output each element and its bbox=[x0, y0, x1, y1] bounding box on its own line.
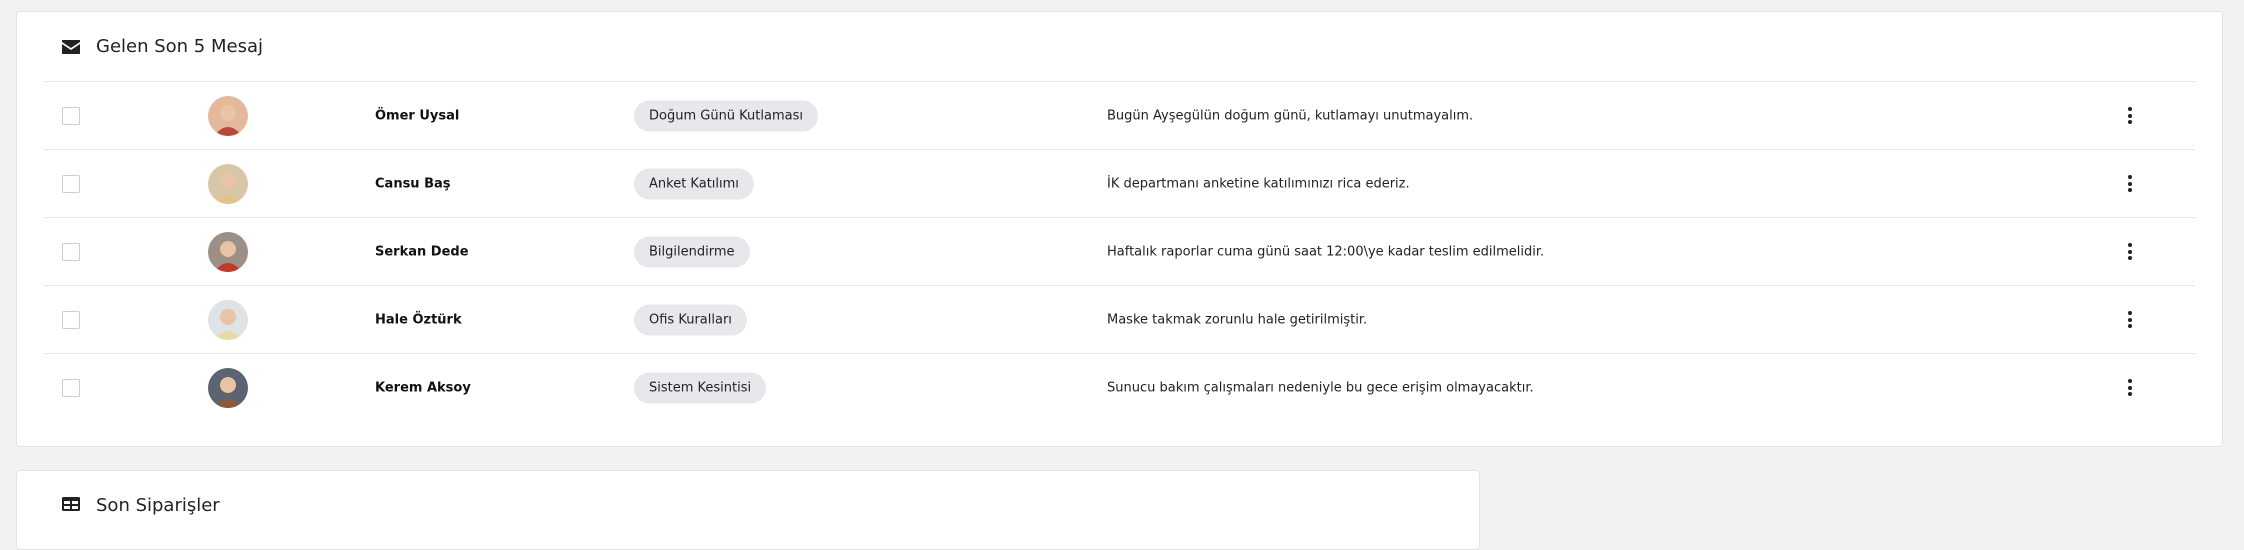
message-row[interactable]: Kerem Aksoy Sistem Kesintisi Sunucu bakım … bbox=[44, 354, 2195, 421]
row-checkbox[interactable] bbox=[62, 106, 80, 125]
row-checkbox[interactable] bbox=[62, 174, 80, 193]
message-text: İK departmanı anketine katılımınızı rica… bbox=[1107, 176, 1410, 191]
sender-name: Serkan Dede bbox=[375, 244, 469, 259]
message-text: Sunucu bakım çalışmaları nedeniyle bu ge… bbox=[1107, 380, 1534, 395]
messages-list: Ömer Uysal Doğum Günü Kutlaması Bugün Ayşe… bbox=[44, 82, 2195, 421]
sender-name: Ömer Uysal bbox=[375, 108, 460, 123]
more-options-icon[interactable] bbox=[2123, 376, 2137, 400]
message-row[interactable]: Hale Öztürk Ofis Kuralları Maske takmak zo… bbox=[44, 286, 2195, 354]
message-text: Haftalık raporlar cuma günü saat 12:00\y… bbox=[1107, 244, 1545, 259]
row-checkbox[interactable] bbox=[62, 378, 80, 397]
more-options-icon[interactable] bbox=[2123, 172, 2137, 196]
avatar bbox=[208, 231, 248, 272]
more-options-icon[interactable] bbox=[2123, 104, 2137, 128]
messages-card-title: Gelen Son 5 Mesaj bbox=[96, 36, 263, 57]
avatar bbox=[208, 163, 248, 204]
more-options-icon[interactable] bbox=[2123, 308, 2137, 332]
message-row[interactable]: Ömer Uysal Doğum Günü Kutlaması Bugün Ayşe… bbox=[44, 82, 2195, 150]
orders-card-title: Son Siparişler bbox=[96, 495, 220, 516]
messages-card: Gelen Son 5 Mesaj Ömer Uysal Doğum Günü K… bbox=[16, 11, 2223, 447]
message-tag: Ofis Kuralları bbox=[634, 304, 747, 335]
message-row[interactable]: Serkan Dede Bilgilendirme Haftalık raporla… bbox=[44, 218, 2195, 286]
orders-card: Son Siparişler bbox=[16, 470, 1480, 550]
row-checkbox[interactable] bbox=[62, 310, 80, 329]
avatar bbox=[208, 95, 248, 136]
table-icon bbox=[62, 495, 80, 513]
envelope-icon bbox=[62, 38, 80, 56]
avatar bbox=[208, 299, 248, 340]
message-tag: Sistem Kesintisi bbox=[634, 372, 767, 403]
message-tag: Anket Katılımı bbox=[634, 168, 754, 199]
sender-name: Hale Öztürk bbox=[375, 312, 462, 327]
orders-card-header: Son Siparişler bbox=[44, 471, 1452, 539]
message-text: Maske takmak zorunlu hale getirilmiştir. bbox=[1107, 312, 1368, 327]
row-checkbox[interactable] bbox=[62, 242, 80, 261]
avatar bbox=[208, 367, 248, 408]
message-row[interactable]: Cansu Baş Anket Katılımı İK departmanı ank… bbox=[44, 150, 2195, 218]
messages-card-header: Gelen Son 5 Mesaj bbox=[44, 12, 2195, 82]
sender-name: Kerem Aksoy bbox=[375, 380, 471, 395]
sender-name: Cansu Baş bbox=[375, 176, 451, 191]
more-options-icon[interactable] bbox=[2123, 240, 2137, 264]
message-tag: Bilgilendirme bbox=[634, 236, 750, 267]
message-text: Bugün Ayşegülün doğum günü, kutlamayı un… bbox=[1107, 108, 1474, 123]
message-tag: Doğum Günü Kutlaması bbox=[634, 100, 818, 131]
